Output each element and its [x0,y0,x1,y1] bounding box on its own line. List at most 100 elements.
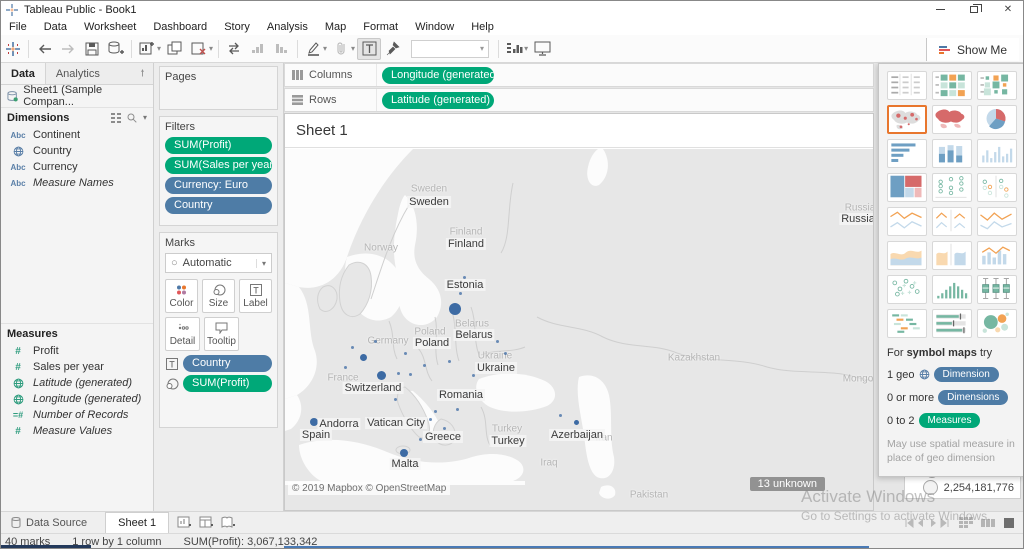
marks-color-button[interactable]: Color [165,279,198,313]
map-mark[interactable] [448,360,451,363]
measure-profit[interactable]: #Profit [1,343,153,359]
highlight-button-caret[interactable]: ▾ [323,44,327,53]
map-mark[interactable] [423,364,426,367]
tab-analytics[interactable]: Analytics [46,63,110,84]
menu-window[interactable]: Window [415,21,454,33]
pages-shelf[interactable]: Pages [159,66,278,110]
map-mark[interactable] [472,374,475,377]
measure-longitude-generated-[interactable]: Longitude (generated) [1,391,153,407]
measure-sales-per-year[interactable]: #Sales per year [1,359,153,375]
sort-descending-button[interactable] [270,38,294,60]
showme-lines-discrete[interactable] [932,207,972,236]
show-me-button[interactable]: Show Me [926,38,1019,61]
pill-sum-profit-[interactable]: SUM(Profit) [165,137,272,154]
map-mark[interactable] [426,343,429,346]
show-sheet-sorter-icon[interactable] [959,517,973,529]
pill-latitude-generated-[interactable]: Latitude (generated) [382,92,494,109]
map-mark[interactable] [394,398,397,401]
measure-measure-values[interactable]: #Measure Values [1,423,153,439]
tableau-logo-icon[interactable] [1,38,25,60]
map-mark[interactable] [439,394,442,397]
map-mark[interactable] [496,340,499,343]
filters-shelf[interactable]: Filters SUM(Profit)SUM(Sales per year)Cu… [159,116,278,226]
showme-histogram[interactable] [932,275,972,304]
map-mark[interactable] [449,303,461,315]
new-dashboard-button[interactable] [199,516,215,530]
measure-number-of-records[interactable]: =#Number of Records [1,407,153,423]
dimension-continent[interactable]: AbcContinent [1,127,153,143]
showme-gantt[interactable] [887,309,927,338]
map-mark[interactable] [443,427,446,430]
new-worksheet-button-caret[interactable]: ▾ [157,44,161,53]
new-data-source-button[interactable] [104,38,128,60]
menu-story[interactable]: Story [224,21,250,33]
showme-box-and-whisker[interactable] [977,275,1017,304]
show-filmstrip-icon[interactable] [981,517,995,529]
map-mark[interactable] [466,392,469,395]
showme-side-by-side-bars[interactable] [977,139,1017,168]
save-button[interactable] [80,38,104,60]
view-grid-icon[interactable] [111,113,121,123]
close-button[interactable]: ✕ [991,1,1024,18]
showme-area-discrete[interactable] [932,241,972,270]
new-story-button[interactable] [221,516,237,530]
marks-card[interactable]: Marks ○ Automatic ▾ ColorSizeLabel Detai… [159,232,278,428]
map-mark[interactable] [504,352,507,355]
showme-highlight-table[interactable] [932,71,972,100]
mark-type-selector[interactable]: ○ Automatic ▾ [165,253,272,273]
showme-text-table[interactable] [887,71,927,100]
data-source-item[interactable]: Sheet1 (Sample Compan... [1,85,153,107]
map-mark[interactable] [463,276,466,279]
undo-button[interactable] [32,38,56,60]
showme-side-by-side-circles[interactable] [977,173,1017,202]
showme-filled-map[interactable] [932,105,972,134]
new-worksheet-button[interactable] [177,516,193,530]
data-source-tab[interactable]: Data Source [1,512,97,533]
measure-latitude-generated-[interactable]: Latitude (generated) [1,375,153,391]
highlight-button[interactable] [301,38,325,60]
pill-country[interactable]: Country [165,197,272,214]
map-mark[interactable] [344,366,347,369]
showme-heat-map[interactable] [977,71,1017,100]
tab-data[interactable]: Data [1,63,46,84]
map-view[interactable]: SwedenNorwayFinlandPolandBelarusGermanyF… [285,149,873,510]
dimensions-menu-caret[interactable]: ▾ [143,113,147,122]
show-mark-labels-button[interactable] [357,38,381,60]
search-icon[interactable] [127,113,137,123]
minimize-button[interactable] [923,1,957,18]
marks-detail-button[interactable]: Detail [165,317,200,351]
pill-currency-euro[interactable]: Currency: Euro [165,177,272,194]
pill-sum-sales-per-year-[interactable]: SUM(Sales per year) [165,157,272,174]
map-mark[interactable] [386,386,389,389]
map-mark[interactable] [377,371,386,380]
map-mark[interactable] [360,354,367,361]
show-hide-cards-button[interactable] [502,38,526,60]
showme-bullet-graph[interactable] [932,309,972,338]
showme-stacked-bars[interactable] [932,139,972,168]
fit-selector[interactable]: ▾ [411,40,489,58]
map-mark[interactable] [429,418,432,421]
showme-area-continuous[interactable] [887,241,927,270]
swap-axes-button[interactable] [222,38,246,60]
mark-type-caret[interactable]: ▾ [256,259,266,268]
dimension-country[interactable]: Country [1,143,153,159]
marks-label-button[interactable]: Label [239,279,272,313]
map-mark[interactable] [397,372,400,375]
showme-scatter-plot[interactable] [887,275,927,304]
showme-circle-views[interactable] [932,173,972,202]
menu-worksheet[interactable]: Worksheet [84,21,136,33]
showme-packed-bubbles[interactable] [977,309,1017,338]
menu-dashboard[interactable]: Dashboard [153,21,207,33]
showme-symbol-map[interactable] [887,105,927,134]
showme-treemap[interactable] [887,173,927,202]
dimension-measure-names[interactable]: AbcMeasure Names [1,175,153,191]
map-mark[interactable] [574,420,579,425]
show-hide-cards-button-caret[interactable]: ▾ [524,44,528,53]
sheet-tab-active[interactable]: Sheet 1 [105,512,169,533]
tab-navigation-arrows[interactable] [905,518,951,528]
rows-shelf[interactable]: Rows Latitude (generated) [284,88,874,112]
showme-horizontal-bars[interactable] [887,139,927,168]
marks-tooltip-button[interactable]: Tooltip [204,317,239,351]
presentation-mode-button[interactable] [530,38,554,60]
menu-data[interactable]: Data [44,21,67,33]
